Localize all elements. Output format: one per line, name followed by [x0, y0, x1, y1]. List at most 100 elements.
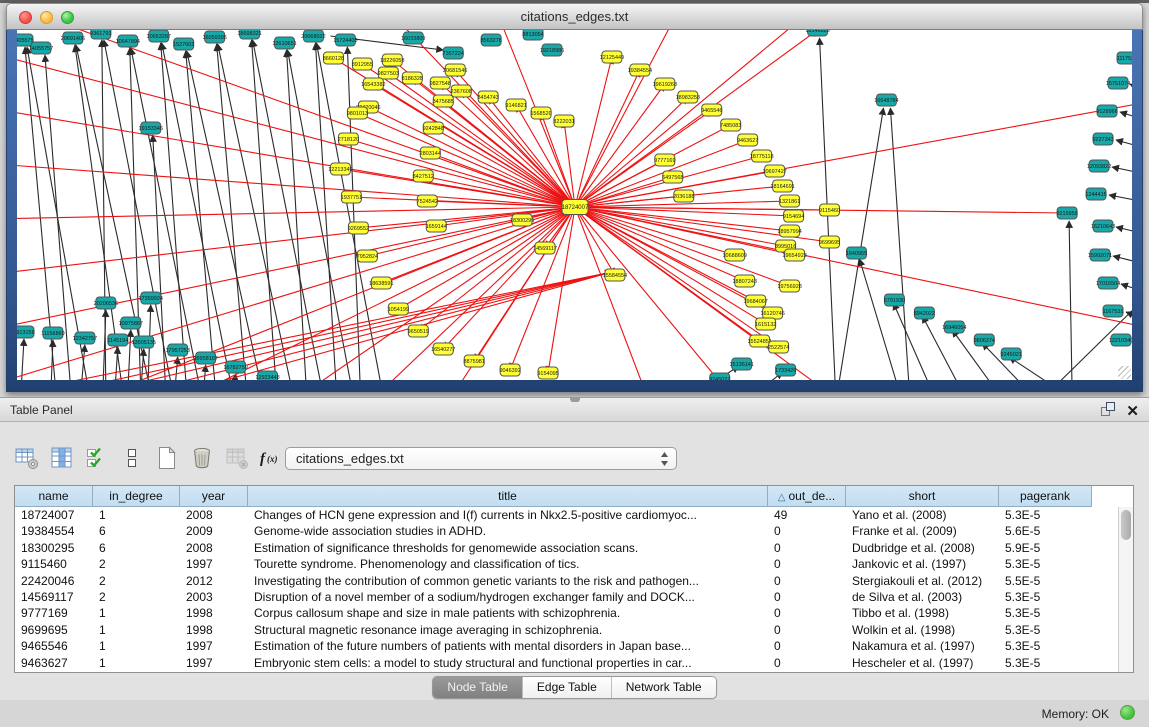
- table-cell[interactable]: 1: [93, 655, 180, 671]
- network-canvas[interactable]: 1405575140557572069140693617931064789410…: [17, 30, 1132, 380]
- graph-node[interactable]: 1733426: [775, 364, 796, 376]
- graph-node[interactable]: 9245021: [1001, 348, 1022, 360]
- table-cell[interactable]: 0: [768, 638, 846, 654]
- citation-edge[interactable]: [186, 51, 216, 380]
- graph-node[interactable]: 15992071: [1088, 249, 1112, 261]
- table-cell[interactable]: 9699695: [15, 622, 93, 638]
- column-header-pagerank[interactable]: pagerank: [999, 486, 1092, 507]
- citation-edge[interactable]: [1116, 227, 1132, 234]
- table-cell[interactable]: 2009: [180, 523, 248, 539]
- table-cell[interactable]: Changes of HCN gene expression and I(f) …: [248, 507, 768, 523]
- table-cell[interactable]: 1997: [180, 655, 248, 671]
- graph-node[interactable]: 18698321: [237, 30, 261, 39]
- graph-node[interactable]: 14055757: [29, 42, 53, 54]
- graph-node[interactable]: 14569117: [533, 242, 557, 254]
- table-cell[interactable]: 1997: [180, 638, 248, 654]
- citation-edge-selected[interactable]: [575, 140, 748, 207]
- table-cell[interactable]: 9115460: [15, 556, 93, 572]
- graph-node[interactable]: 18300295: [510, 214, 534, 226]
- graph-node[interactable]: 10697427: [762, 165, 786, 177]
- table-cell[interactable]: Yano et al. (2008): [846, 507, 999, 523]
- table-cell[interactable]: 1997: [180, 556, 248, 572]
- network-graph[interactable]: 1405575140557572069140693617931064789410…: [17, 30, 1132, 380]
- table-cell[interactable]: 0: [768, 605, 846, 621]
- table-cell[interactable]: 0: [768, 556, 846, 572]
- graph-node[interactable]: 9046392: [499, 364, 520, 376]
- graph-node[interactable]: 16946054: [942, 321, 966, 333]
- graph-node[interactable]: 12210340: [1109, 334, 1132, 346]
- graph-node[interactable]: 15751074: [1106, 77, 1130, 89]
- row-height-icon[interactable]: [119, 445, 145, 471]
- table-cell[interactable]: 2: [93, 556, 180, 572]
- graph-node[interactable]: 2718120: [338, 133, 359, 145]
- graph-node[interactable]: 18957994: [777, 225, 801, 237]
- tab-edge-table[interactable]: Edge Table: [523, 677, 612, 698]
- graph-node[interactable]: 19654923: [782, 249, 806, 261]
- graph-node[interactable]: 16540277: [431, 343, 455, 355]
- table-cell[interactable]: 0: [768, 523, 846, 539]
- table-row[interactable]: 946362711997Embryonic stem cells: a mode…: [15, 655, 1133, 671]
- graph-node[interactable]: 3913156: [17, 326, 35, 338]
- table-cell[interactable]: Structural magnetic resonance image aver…: [248, 622, 768, 638]
- graph-node[interactable]: 18724007: [562, 200, 589, 215]
- graph-node[interactable]: 17016504: [1096, 277, 1120, 289]
- table-cell[interactable]: 5.5E-5: [999, 573, 1092, 589]
- graph-node[interactable]: 9215958: [1056, 207, 1077, 219]
- graph-node[interactable]: 7357224: [443, 47, 464, 59]
- graph-node[interactable]: 16033809: [401, 32, 425, 44]
- graph-node[interactable]: 20206536: [94, 297, 118, 309]
- graph-node[interactable]: 9129966: [1096, 105, 1117, 117]
- graph-node[interactable]: 6497568: [662, 171, 683, 183]
- new-table-icon[interactable]: [154, 445, 180, 471]
- citation-edge[interactable]: [1116, 140, 1132, 148]
- table-cell[interactable]: Tourette syndrome. Phenomenology and cla…: [248, 556, 768, 572]
- citation-edge-selected[interactable]: [575, 97, 688, 207]
- citation-edge-selected[interactable]: [575, 207, 760, 380]
- graph-node[interactable]: 9463627: [737, 134, 758, 146]
- graph-node[interactable]: 15724405: [333, 34, 357, 46]
- graph-node[interactable]: 8875981: [464, 355, 485, 367]
- graph-node[interactable]: 2036188: [673, 190, 694, 202]
- graph-node[interactable]: 20691406: [61, 32, 85, 44]
- graph-node[interactable]: 2803144: [420, 147, 441, 159]
- table-cell[interactable]: 2: [93, 589, 180, 605]
- graph-node[interactable]: 1244415: [1085, 188, 1106, 200]
- graph-node[interactable]: 8186328: [402, 72, 423, 84]
- graph-node[interactable]: 9650519: [408, 325, 429, 337]
- graph-node[interactable]: 1167531: [1103, 305, 1124, 317]
- table-row[interactable]: 946554611997Estimation of the future num…: [15, 638, 1133, 654]
- table-cell[interactable]: 5.3E-5: [999, 605, 1092, 621]
- graph-node[interactable]: 9115460: [819, 204, 840, 216]
- table-cell[interactable]: Estimation of the future numbers of pati…: [248, 638, 768, 654]
- table-cell[interactable]: 5.9E-5: [999, 540, 1092, 556]
- graph-node[interactable]: 17359924: [139, 292, 163, 304]
- table-cell[interactable]: 0: [768, 622, 846, 638]
- graph-node[interactable]: 9227343: [1092, 133, 1113, 145]
- table-row[interactable]: 1456911722003Disruption of a novel membe…: [15, 589, 1133, 605]
- graph-node[interactable]: 1937751: [341, 191, 362, 203]
- table-cell[interactable]: Stergiakouli et al. (2012): [846, 573, 999, 589]
- graph-node[interactable]: 8427512: [413, 170, 434, 182]
- graph-node[interactable]: 9465546: [701, 104, 722, 116]
- table-row[interactable]: 1938455462009Genome-wide association stu…: [15, 523, 1133, 539]
- graph-node[interactable]: 16958107: [193, 352, 217, 364]
- graph-node[interactable]: 8222031: [553, 115, 574, 127]
- table-cell[interactable]: 2008: [180, 507, 248, 523]
- graph-node[interactable]: 18807243: [733, 275, 757, 287]
- table-cell[interactable]: Dudbridge et al. (2008): [846, 540, 999, 556]
- table-row[interactable]: 2242004622012Investigating the contribut…: [15, 573, 1133, 589]
- graph-node[interactable]: 18983258: [676, 91, 700, 103]
- citation-edge-selected[interactable]: [17, 100, 575, 207]
- table-cell[interactable]: Estimation of significance thresholds fo…: [248, 540, 768, 556]
- graph-node[interactable]: 1145194: [107, 334, 128, 346]
- graph-node[interactable]: 1117539: [1117, 52, 1132, 64]
- graph-node[interactable]: 15136141: [730, 358, 754, 370]
- citation-edge[interactable]: [1120, 112, 1132, 120]
- table-settings-icon[interactable]: [14, 445, 40, 471]
- graph-node[interactable]: 13505135: [132, 336, 156, 348]
- table-cell[interactable]: 5.3E-5: [999, 589, 1092, 605]
- table-cell[interactable]: 6: [93, 523, 180, 539]
- table-cell[interactable]: 1: [93, 507, 180, 523]
- table-cell[interactable]: 2003: [180, 589, 248, 605]
- graph-node[interactable]: 15584554: [603, 269, 627, 281]
